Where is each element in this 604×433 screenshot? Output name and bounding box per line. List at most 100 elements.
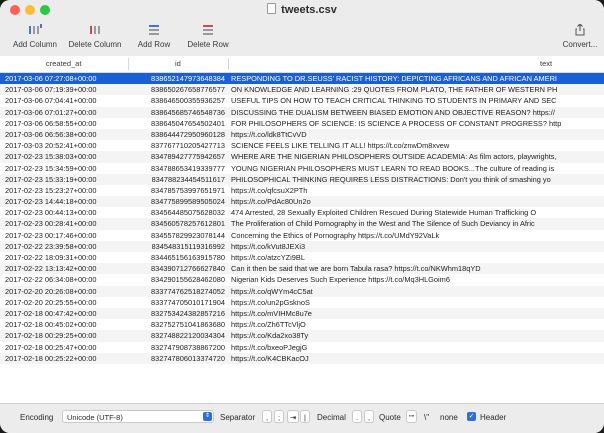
cell-id[interactable]: 832747908738867200	[133, 342, 225, 353]
cell-created-at[interactable]: 2017-02-18 00:47:42+00:00	[5, 308, 125, 319]
cell-text[interactable]: DISCUSSING THE DUALISM BETWEEN BIASED EM…	[231, 107, 604, 118]
cell-created-at[interactable]: 2017-03-06 06:58:55+00:00	[5, 118, 125, 129]
cell-created-at[interactable]: 2017-02-20 20:26:08+00:00	[5, 286, 125, 297]
separator-option-semicolon[interactable]: ;	[274, 410, 284, 423]
cell-id[interactable]: 834560578257612801	[133, 218, 225, 229]
cell-text[interactable]: https://t.co/atzcYZi9BL	[231, 252, 604, 263]
cell-created-at[interactable]: 2017-02-18 00:25:22+00:00	[5, 353, 125, 364]
header-checkbox[interactable]: ✓	[467, 412, 476, 421]
cell-id[interactable]: 832748822120034304	[133, 330, 225, 341]
cell-id[interactable]: 837767710205427713	[133, 140, 225, 151]
cell-text[interactable]: https://t.co/Kda2xo38Ty	[231, 330, 604, 341]
cell-created-at[interactable]: 2017-03-06 07:19:39+00:00	[5, 84, 125, 95]
cell-id[interactable]: 838650267658776577	[133, 84, 225, 95]
cell-id[interactable]: 832752751041863680	[133, 319, 225, 330]
quote-option-double[interactable]: ""	[406, 410, 418, 423]
cell-id[interactable]: 838652147973648384	[133, 73, 225, 84]
add-column-button[interactable]: Add Column	[10, 24, 60, 49]
table-row[interactable]: 2017-02-23 00:28:41+00:00 834560578257612…	[0, 218, 604, 230]
cell-created-at[interactable]: 2017-02-22 06:34:08+00:00	[5, 274, 125, 285]
cell-text[interactable]: https://t.co/PdAc80Un2o	[231, 196, 604, 207]
column-divider[interactable]	[128, 58, 129, 70]
convert-button[interactable]: Convert...	[560, 24, 600, 49]
table-row[interactable]: 2017-02-23 14:44:18+00:00 834775899589505…	[0, 196, 604, 208]
cell-id[interactable]: 834290155628462080	[133, 274, 225, 285]
cell-id[interactable]: 833774705010171904	[133, 297, 225, 308]
cell-text[interactable]: 474 Arrested, 28 Sexually Exploited Chil…	[231, 207, 604, 218]
table-row[interactable]: 2017-02-22 13:13:42+00:00 834390712766627…	[0, 263, 604, 275]
cell-text[interactable]: https://t.co/mVIHMc8u7e	[231, 308, 604, 319]
cell-created-at[interactable]: 2017-03-06 06:56:38+00:00	[5, 129, 125, 140]
cell-text[interactable]: USEFUL TIPS ON HOW TO TEACH CRITICAL THI…	[231, 95, 604, 106]
decimal-option-comma[interactable]: ,	[364, 410, 374, 423]
cell-created-at[interactable]: 2017-02-23 15:38:03+00:00	[5, 151, 125, 162]
cell-created-at[interactable]: 2017-03-06 07:01:27+00:00	[5, 107, 125, 118]
cell-created-at[interactable]: 2017-03-06 07:27:08+00:00	[5, 73, 125, 84]
column-header-created-at[interactable]: created_at	[46, 59, 81, 68]
column-header-id[interactable]: id	[175, 59, 181, 68]
table-row[interactable]: 2017-02-18 00:25:47+00:00 832747908738867…	[0, 342, 604, 353]
cell-id[interactable]: 834564485075628032	[133, 207, 225, 218]
cell-text[interactable]: YOUNG NIGERIAN PHILOSOPHERS MUST LEARN T…	[231, 163, 604, 174]
table-row[interactable]: 2017-03-06 07:27:08+00:00 838652147973648…	[0, 73, 604, 85]
table-row[interactable]: 2017-02-23 15:33:19+00:00 834788234454511…	[0, 173, 604, 185]
cell-created-at[interactable]: 2017-02-22 13:13:42+00:00	[5, 263, 125, 274]
table-row[interactable]: 2017-02-18 00:25:22+00:00 832747806013374…	[0, 352, 604, 364]
cell-text[interactable]: PHILOSOPHICAL THINKING REQUIRES LESS DIS…	[231, 174, 604, 185]
cell-id[interactable]: 834390712766627840	[133, 263, 225, 274]
separator-option-pipe[interactable]: |	[300, 410, 310, 423]
cell-created-at[interactable]: 2017-02-18 00:45:02+00:00	[5, 319, 125, 330]
table-row[interactable]: 2017-02-22 06:34:08+00:00 834290155628462…	[0, 274, 604, 285]
table-row[interactable]: 2017-02-18 00:47:42+00:00 832753424382857…	[0, 307, 604, 320]
cell-id[interactable]: 834785753997651971	[133, 185, 225, 196]
cell-text[interactable]: WHERE ARE THE NIGERIAN PHILOSOPHERS OUTS…	[231, 151, 604, 162]
cell-text[interactable]: https://t.co/un2pGsknoS	[231, 297, 604, 308]
cell-created-at[interactable]: 2017-02-23 15:33:19+00:00	[5, 174, 125, 185]
cell-created-at[interactable]: 2017-02-23 15:23:27+00:00	[5, 185, 125, 196]
cell-id[interactable]: 832753424382857216	[133, 308, 225, 319]
cell-text[interactable]: https://t.co/ldk8TtCvVD	[231, 129, 604, 140]
add-row-button[interactable]: Add Row	[134, 24, 174, 49]
cell-id[interactable]: 834775899589505024	[133, 196, 225, 207]
cell-id[interactable]: 838645047654502401	[133, 118, 225, 129]
table-row[interactable]: 2017-03-06 07:04:41+00:00 838646500355936…	[0, 95, 604, 106]
cell-id[interactable]: 834788653419339777	[133, 163, 225, 174]
cell-id[interactable]: 834557829923078144	[133, 230, 225, 241]
cell-created-at[interactable]: 2017-02-23 00:17:46+00:00	[5, 230, 125, 241]
cell-id[interactable]: 834788234454511617	[133, 174, 225, 185]
table-row[interactable]: 2017-02-18 00:45:02+00:00 832752751041863…	[0, 319, 604, 330]
cell-text[interactable]: https://t.co/kVut8JEXi3	[231, 241, 604, 252]
quote-option-none[interactable]: none	[440, 413, 458, 422]
cell-text[interactable]: SCIENCE FEELS LIKE TELLING IT ALL! https…	[231, 140, 604, 151]
cell-id[interactable]: 832747806013374720	[133, 353, 225, 364]
cell-text[interactable]: Concerning the Ethics of Pornography htt…	[231, 230, 604, 241]
cell-id[interactable]: 834465156163915780	[133, 252, 225, 263]
cell-created-at[interactable]: 2017-02-22 18:09:31+00:00	[5, 252, 125, 263]
cell-text[interactable]: The Proliferation of Child Pornography i…	[231, 218, 604, 229]
table-row[interactable]: 2017-02-23 00:44:13+00:00 834564485075628…	[0, 207, 604, 218]
separator-option-comma[interactable]: ,	[262, 410, 272, 423]
cell-id[interactable]: 834789427775942657	[133, 151, 225, 162]
cell-text[interactable]: https://t.co/bxeoPJegjG	[231, 342, 604, 353]
table-row[interactable]: 2017-02-20 20:26:08+00:00 833774762518274…	[0, 285, 604, 297]
table-row[interactable]: 2017-02-23 15:34:59+00:00 834788653419339…	[0, 163, 604, 174]
table-row[interactable]: 2017-03-06 06:58:55+00:00 838645047654502…	[0, 118, 604, 129]
cell-created-at[interactable]: 2017-02-22 23:39:58+00:00	[5, 241, 125, 252]
cell-text[interactable]: https://t.co/qWYm4cC5at	[231, 286, 604, 297]
cell-created-at[interactable]: 2017-02-23 15:34:59+00:00	[5, 163, 125, 174]
table-row[interactable]: 2017-03-06 06:56:38+00:00 838644472950960…	[0, 128, 604, 141]
delete-row-button[interactable]: Delete Row	[184, 24, 232, 49]
cell-id[interactable]: 838645685746548736	[133, 107, 225, 118]
cell-id[interactable]: 833774762518274052	[133, 286, 225, 297]
cell-text[interactable]: https://t.co/Zh6TTcVljO	[231, 319, 604, 330]
cell-created-at[interactable]: 2017-02-23 00:28:41+00:00	[5, 218, 125, 229]
table-row[interactable]: 2017-02-22 23:39:58+00:00 834548315119316…	[0, 240, 604, 252]
cell-text[interactable]: https://t.co/qfcsuX2PTh	[231, 185, 604, 196]
cell-created-at[interactable]: 2017-02-20 20:25:55+00:00	[5, 297, 125, 308]
cell-text[interactable]: FOR PHILOSOPHERS OF SCIENCE: IS SCIENCE …	[231, 118, 604, 129]
cell-created-at[interactable]: 2017-03-06 07:04:41+00:00	[5, 95, 125, 106]
cell-text[interactable]: Nigerian Kids Deserves Such Experience h…	[231, 274, 604, 285]
table-row[interactable]: 2017-02-23 00:17:46+00:00 834557829923078…	[0, 230, 604, 241]
cell-created-at[interactable]: 2017-02-23 00:44:13+00:00	[5, 207, 125, 218]
encoding-select[interactable]: Unicode (UTF-8) ⇕	[62, 410, 214, 423]
